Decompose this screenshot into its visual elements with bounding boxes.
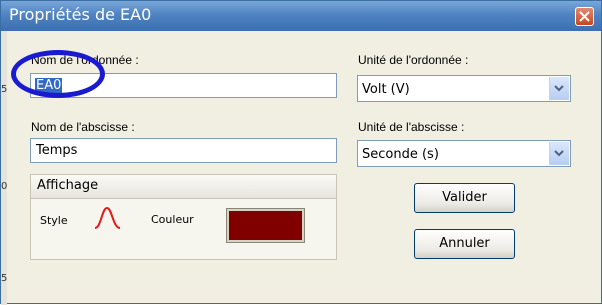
ordinate-unit-value: Volt (V) bbox=[362, 82, 410, 97]
ordinate-unit-select[interactable]: Volt (V) bbox=[357, 75, 571, 102]
title-bar[interactable]: Propriétés de EA0 bbox=[1, 1, 601, 31]
abscissa-unit-dropdown-button[interactable] bbox=[549, 142, 569, 165]
validate-button[interactable]: Valider bbox=[414, 183, 515, 213]
curve-style-icon[interactable] bbox=[93, 204, 123, 232]
abscissa-unit-label: Unité de l'abscisse : bbox=[358, 120, 465, 134]
close-button[interactable] bbox=[575, 7, 594, 26]
abscissa-name-label: Nom de l'abscisse : bbox=[31, 120, 135, 134]
abscissa-name-value: Temps bbox=[36, 143, 78, 158]
edge-artifact: 0 bbox=[1, 181, 8, 192]
background-edge bbox=[1, 31, 7, 305]
color-swatch[interactable] bbox=[226, 208, 305, 243]
ordinate-unit-label: Unité de l'ordonnée : bbox=[358, 53, 469, 67]
style-label: Style bbox=[40, 214, 68, 227]
chevron-down-icon bbox=[554, 150, 564, 157]
window-title: Propriétés de EA0 bbox=[9, 5, 152, 24]
cancel-button[interactable]: Annuler bbox=[414, 229, 515, 259]
close-icon bbox=[579, 11, 590, 22]
color-label: Couleur bbox=[151, 213, 194, 226]
edge-artifact: 5 bbox=[1, 273, 8, 284]
annotation-circle bbox=[11, 50, 105, 98]
abscissa-unit-value: Seconde (s) bbox=[362, 147, 439, 162]
properties-dialog: Propriétés de EA0 5 0 5 Nom de l'ordonné… bbox=[0, 0, 602, 305]
edge-artifact: 5 bbox=[1, 84, 8, 95]
abscissa-name-input[interactable]: Temps bbox=[30, 138, 337, 163]
display-group-title: Affichage bbox=[37, 178, 99, 193]
abscissa-unit-select[interactable]: Seconde (s) bbox=[357, 140, 571, 167]
ordinate-unit-dropdown-button[interactable] bbox=[549, 77, 569, 100]
display-group-header[interactable]: Affichage bbox=[31, 175, 336, 199]
chevron-down-icon bbox=[554, 85, 564, 92]
